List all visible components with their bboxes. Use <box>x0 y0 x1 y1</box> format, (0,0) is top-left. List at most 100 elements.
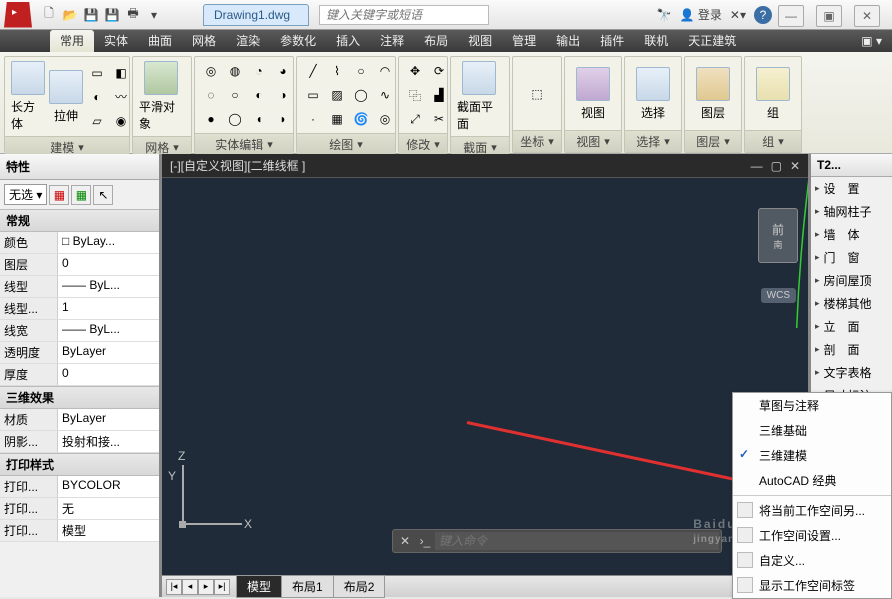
vp-minimize-icon[interactable]: — <box>751 159 763 173</box>
prop-section[interactable]: 三维效果 <box>0 386 159 409</box>
tangent-item[interactable]: 立 面 <box>811 315 892 338</box>
prop-value[interactable]: —— ByL... <box>58 276 159 297</box>
layout-tab[interactable]: 布局1 <box>281 575 334 598</box>
tab-next-icon[interactable]: ▸ <box>198 579 214 595</box>
loft-icon[interactable]: ▱ <box>86 110 108 132</box>
tab-布局[interactable]: 布局 <box>414 30 458 52</box>
tab-first-icon[interactable]: |◂ <box>166 579 182 595</box>
donut-icon[interactable]: ◎ <box>374 108 396 130</box>
search-input[interactable] <box>319 5 489 25</box>
quickselect-icon[interactable]: ▦ <box>49 185 69 205</box>
extrude-button[interactable]: 拉伸 <box>47 68 85 126</box>
spline-icon[interactable]: ∿ <box>374 84 396 106</box>
union-icon[interactable]: ◉ <box>110 110 132 132</box>
login-button[interactable]: 👤 登录 <box>680 6 722 23</box>
prop-row[interactable]: 厚度0 <box>0 364 159 386</box>
prop-value[interactable]: ByLayer <box>58 409 159 430</box>
tab-联机[interactable]: 联机 <box>634 30 678 52</box>
group-button[interactable]: 组 <box>749 65 797 123</box>
se-icon[interactable]: ◗ <box>272 108 294 130</box>
rotate-icon[interactable]: ⟳ <box>428 60 450 82</box>
minimize-button[interactable]: — <box>778 5 804 27</box>
circle-icon[interactable]: ○ <box>350 60 372 82</box>
prop-section[interactable]: 常规 <box>0 209 159 232</box>
ellipse-icon[interactable]: ◯ <box>350 84 372 106</box>
prop-row[interactable]: 线宽—— ByL... <box>0 320 159 342</box>
se-icon[interactable]: ◌ <box>200 84 222 106</box>
layer-button[interactable]: 图层 <box>689 65 737 123</box>
tangent-item[interactable]: 文字表格 <box>811 361 892 384</box>
layout-tab[interactable]: 模型 <box>236 575 282 598</box>
prop-value[interactable]: ByLayer <box>58 342 159 363</box>
trim-icon[interactable]: ✂ <box>428 108 450 130</box>
select-objects-icon[interactable]: ↖ <box>93 185 113 205</box>
arc-icon[interactable]: ◠ <box>374 60 396 82</box>
se-icon[interactable]: ◯ <box>224 108 246 130</box>
tangent-item[interactable]: 轴网柱子 <box>811 200 892 223</box>
prop-value[interactable]: □ ByLay... <box>58 232 159 253</box>
prop-value[interactable]: 0 <box>58 364 159 385</box>
prop-row[interactable]: 打印...BYCOLOR <box>0 476 159 498</box>
select-button[interactable]: 选择 <box>629 65 677 123</box>
print-icon[interactable]: 🖶 <box>124 6 142 24</box>
sweep-icon[interactable]: 〰 <box>110 86 132 108</box>
tab-天正建筑[interactable]: 天正建筑 <box>678 30 746 52</box>
command-line[interactable]: ✕ ›_ <box>392 529 722 553</box>
se-icon[interactable]: ◎ <box>200 60 222 82</box>
tab-last-icon[interactable]: ▸| <box>214 579 230 595</box>
smooth-button[interactable]: 平滑对象 <box>137 59 185 134</box>
open-icon[interactable]: 📂 <box>61 6 79 24</box>
region-icon[interactable]: ▦ <box>326 108 348 130</box>
tab-视图[interactable]: 视图 <box>458 30 502 52</box>
cmd-close-icon[interactable]: ✕ <box>395 534 415 548</box>
se-icon[interactable]: ◐ <box>248 84 270 106</box>
pline-icon[interactable]: ⌇ <box>326 60 348 82</box>
vp-close-icon[interactable]: ✕ <box>790 159 800 173</box>
binoculars-icon[interactable]: 🔭 <box>657 8 672 22</box>
menu-item[interactable]: 自定义... <box>733 548 891 573</box>
menu-item[interactable]: 三维基础 <box>733 418 891 443</box>
prop-row[interactable]: 透明度ByLayer <box>0 342 159 364</box>
se-icon[interactable]: ◕ <box>272 60 294 82</box>
rect-icon[interactable]: ▭ <box>302 84 324 106</box>
prop-section[interactable]: 打印样式 <box>0 453 159 476</box>
tab-实体[interactable]: 实体 <box>94 30 138 52</box>
prop-value[interactable]: 投射和接... <box>58 431 159 452</box>
presspull-icon[interactable]: ◧ <box>110 62 132 84</box>
prop-row[interactable]: 打印...无 <box>0 498 159 520</box>
move-icon[interactable]: ✥ <box>404 60 426 82</box>
point-icon[interactable]: · <box>302 108 324 130</box>
maximize-button[interactable]: ▣ <box>816 5 842 27</box>
revolve-icon[interactable]: ◐ <box>86 86 108 108</box>
prop-value[interactable]: 0 <box>58 254 159 275</box>
box-button[interactable]: 长方体 <box>9 59 47 134</box>
tab-插入[interactable]: 插入 <box>326 30 370 52</box>
prop-value[interactable]: BYCOLOR <box>58 476 159 497</box>
mirror-icon[interactable]: ▟ <box>428 84 450 106</box>
se-icon[interactable]: ◍ <box>224 60 246 82</box>
menu-item[interactable]: 工作空间设置... <box>733 523 891 548</box>
menu-item[interactable]: 三维建模 <box>733 443 891 468</box>
exchange-icon[interactable]: ✕▾ <box>730 8 746 22</box>
help-icon[interactable]: ? <box>754 6 772 24</box>
tab-渲染[interactable]: 渲染 <box>226 30 270 52</box>
save-icon[interactable]: 💾 <box>82 6 100 24</box>
saveas-icon[interactable]: 💾 <box>103 6 121 24</box>
prop-value[interactable]: 无 <box>58 498 159 519</box>
prop-row[interactable]: 线型—— ByL... <box>0 276 159 298</box>
layout-tab[interactable]: 布局2 <box>333 575 386 598</box>
prop-value[interactable]: 模型 <box>58 520 159 541</box>
prop-value[interactable]: 1 <box>58 298 159 319</box>
tab-overflow-icon[interactable]: ▣ ▾ <box>851 30 892 52</box>
tab-输出[interactable]: 输出 <box>546 30 590 52</box>
hatch-icon[interactable]: ▨ <box>326 84 348 106</box>
section-plane-button[interactable]: 截面平面 <box>455 59 503 134</box>
tab-常用[interactable]: 常用 <box>50 30 94 52</box>
menu-item[interactable]: AutoCAD 经典 <box>733 468 891 493</box>
tab-参数化[interactable]: 参数化 <box>270 30 326 52</box>
se-icon[interactable]: ◖ <box>248 108 270 130</box>
line-icon[interactable]: ╱ <box>302 60 324 82</box>
tab-曲面[interactable]: 曲面 <box>138 30 182 52</box>
prop-row[interactable]: 颜色□ ByLay... <box>0 232 159 254</box>
view-button[interactable]: 视图 <box>569 65 617 123</box>
